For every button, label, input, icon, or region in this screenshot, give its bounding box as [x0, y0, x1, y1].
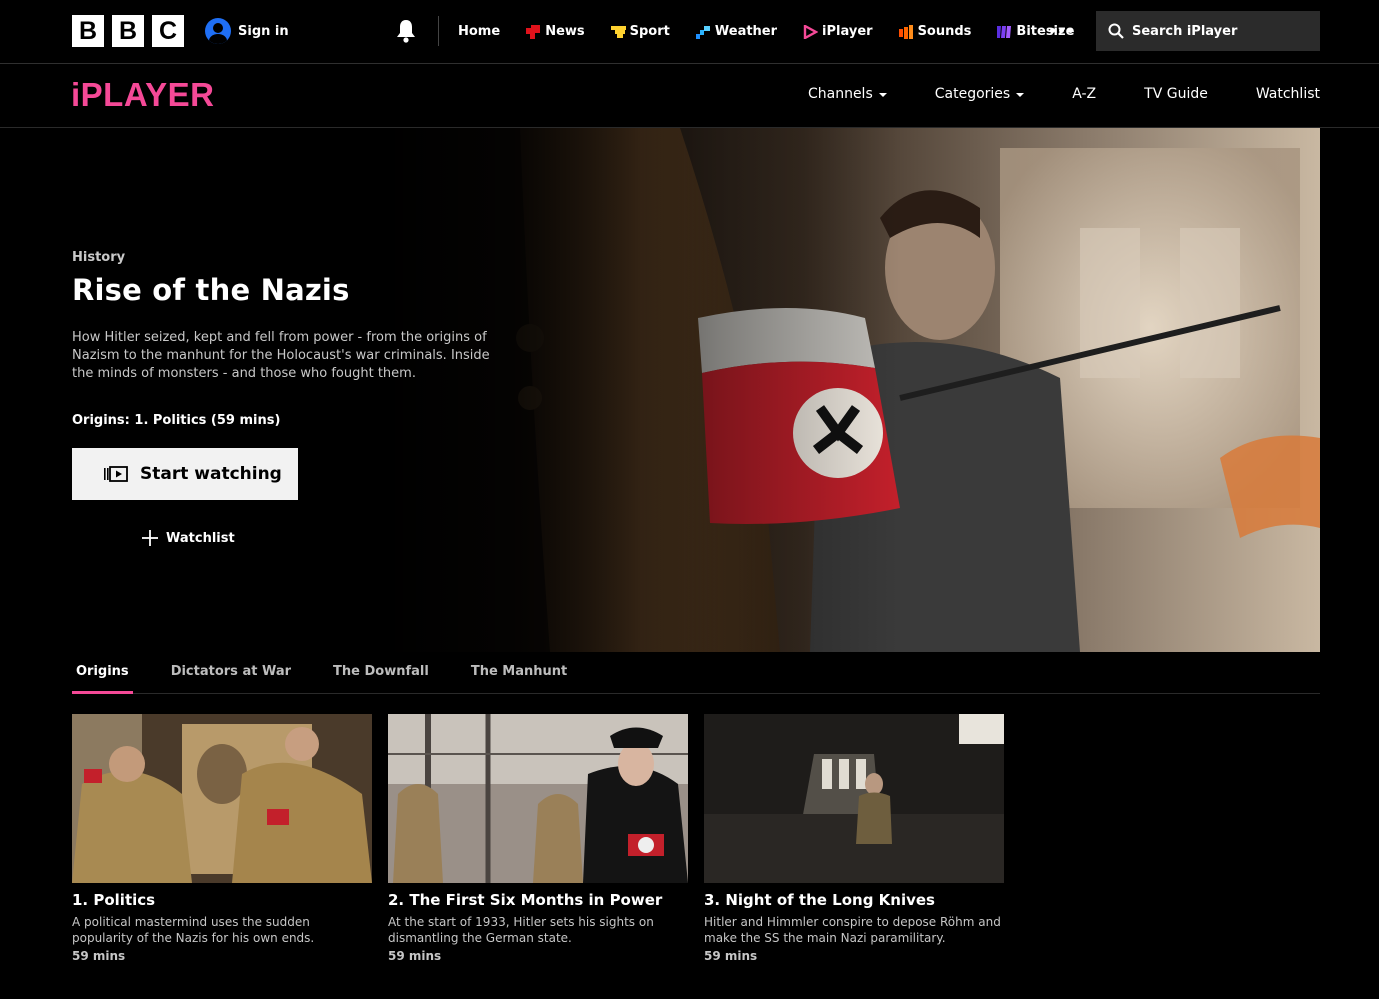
nav-label: Watchlist: [1255, 86, 1320, 102]
bbc-logo[interactable]: B B C: [72, 15, 184, 47]
iplayer-icon: [803, 24, 819, 39]
more-menu-icon[interactable]: [1050, 28, 1073, 33]
news-icon: [526, 24, 541, 39]
start-watching-button[interactable]: Start watching: [72, 448, 298, 500]
episode-description: At the start of 1933, Hitler sets his si…: [388, 915, 654, 945]
header-divider: [438, 16, 439, 46]
caret-down-icon: [878, 93, 887, 97]
search-placeholder: Search iPlayer: [1132, 23, 1238, 39]
nav-sounds[interactable]: Sounds: [898, 24, 972, 39]
account-icon: [205, 18, 231, 44]
episode-duration: 59 mins: [704, 949, 758, 963]
watchlist-label: Watchlist: [166, 530, 235, 546]
iplayer-logo[interactable]: iPLAYER: [71, 76, 215, 114]
episode-thumbnail: [704, 714, 1004, 883]
programme-genre[interactable]: History: [72, 250, 502, 265]
nav-news[interactable]: News: [526, 24, 585, 39]
tab-the-manhunt[interactable]: The Manhunt: [467, 652, 571, 693]
bbc-product-nav: Home News Sport Weather iPlayer Sounds B…: [458, 0, 1100, 63]
episode-duration: 59 mins: [388, 949, 442, 963]
play-episode-icon: [104, 466, 128, 482]
programme-hero: History Rise of the Nazis How Hitler sei…: [0, 128, 1320, 652]
tab-dictators-at-war[interactable]: Dictators at War: [167, 652, 295, 693]
bbc-logo-letter: B: [112, 15, 144, 47]
tab-origins[interactable]: Origins: [72, 652, 133, 694]
search-input[interactable]: Search iPlayer: [1096, 11, 1320, 51]
nav-categories[interactable]: Categories: [934, 86, 1025, 102]
iplayer-header: iPLAYER Channels Categories A-Z TV Guide…: [0, 64, 1379, 128]
weather-icon: [695, 25, 710, 39]
episode-card[interactable]: 2. The First Six Months in Power At the …: [388, 714, 688, 963]
sign-in-label: Sign in: [238, 23, 289, 39]
episode-card[interactable]: 3. Night of the Long Knives Hitler and H…: [704, 714, 1004, 963]
bitesize-icon: [997, 25, 1012, 38]
nav-sport[interactable]: Sport: [610, 24, 670, 39]
sign-in-link[interactable]: Sign in: [205, 18, 289, 44]
start-watching-label: Start watching: [140, 464, 282, 484]
nav-label: A-Z: [1072, 86, 1097, 102]
bbc-logo-letter: C: [152, 15, 184, 47]
tab-the-downfall[interactable]: The Downfall: [329, 652, 433, 693]
episode-title: 2. The First Six Months in Power: [388, 891, 663, 909]
add-to-watchlist-button[interactable]: Watchlist: [142, 530, 235, 546]
caret-down-icon: [1016, 93, 1025, 97]
nav-home[interactable]: Home: [458, 24, 500, 39]
nav-label: TV Guide: [1144, 86, 1208, 102]
episode-title: 1. Politics: [72, 891, 156, 909]
programme-info: History Rise of the Nazis How Hitler sei…: [72, 250, 502, 428]
search-icon: [1108, 23, 1124, 39]
iplayer-nav: Channels Categories A-Z TV Guide Watchli…: [760, 86, 1320, 102]
nav-label: Sounds: [917, 24, 972, 39]
nav-iplayer[interactable]: iPlayer: [803, 24, 873, 39]
nav-label: iPlayer: [822, 24, 873, 39]
programme-description: How Hitler seized, kept and fell from po…: [72, 330, 490, 381]
nav-label: Categories: [934, 86, 1011, 102]
notifications-bell-icon[interactable]: [394, 18, 418, 44]
nav-a-z[interactable]: A-Z: [1072, 86, 1096, 102]
bbc-logo-letter: B: [72, 15, 104, 47]
nav-label: Weather: [714, 24, 778, 39]
nav-tv-guide[interactable]: TV Guide: [1144, 86, 1208, 102]
episode-card[interactable]: 1. Politics A political mastermind uses …: [72, 714, 372, 963]
series-tabs: Origins Dictators at War The Downfall Th…: [72, 652, 1320, 694]
nav-channels[interactable]: Channels: [808, 86, 887, 102]
nav-label: Channels: [807, 86, 873, 102]
nav-label: Sport: [629, 24, 670, 39]
episode-duration: 59 mins: [72, 949, 126, 963]
plus-icon: [142, 530, 158, 546]
programme-title: Rise of the Nazis: [72, 273, 350, 307]
sport-icon: [610, 25, 626, 38]
nav-label: News: [545, 24, 585, 39]
episode-description: A political mastermind uses the sudden p…: [72, 915, 315, 945]
current-episode-label: Origins: 1. Politics (59 mins): [72, 413, 281, 428]
episode-thumbnail: [72, 714, 372, 883]
nav-weather[interactable]: Weather: [695, 24, 778, 39]
nav-watchlist[interactable]: Watchlist: [1256, 86, 1320, 102]
bbc-global-header: B B C Sign in Home News Sport Weather iP…: [0, 0, 1379, 64]
nav-label: Home: [458, 24, 501, 39]
episode-thumbnail: [388, 714, 688, 883]
episode-list: 1. Politics A political mastermind uses …: [72, 714, 1004, 963]
episode-description: Hitler and Himmler conspire to depose Rö…: [704, 915, 1001, 945]
sounds-icon: [898, 24, 913, 39]
episode-title: 3. Night of the Long Knives: [704, 891, 935, 909]
